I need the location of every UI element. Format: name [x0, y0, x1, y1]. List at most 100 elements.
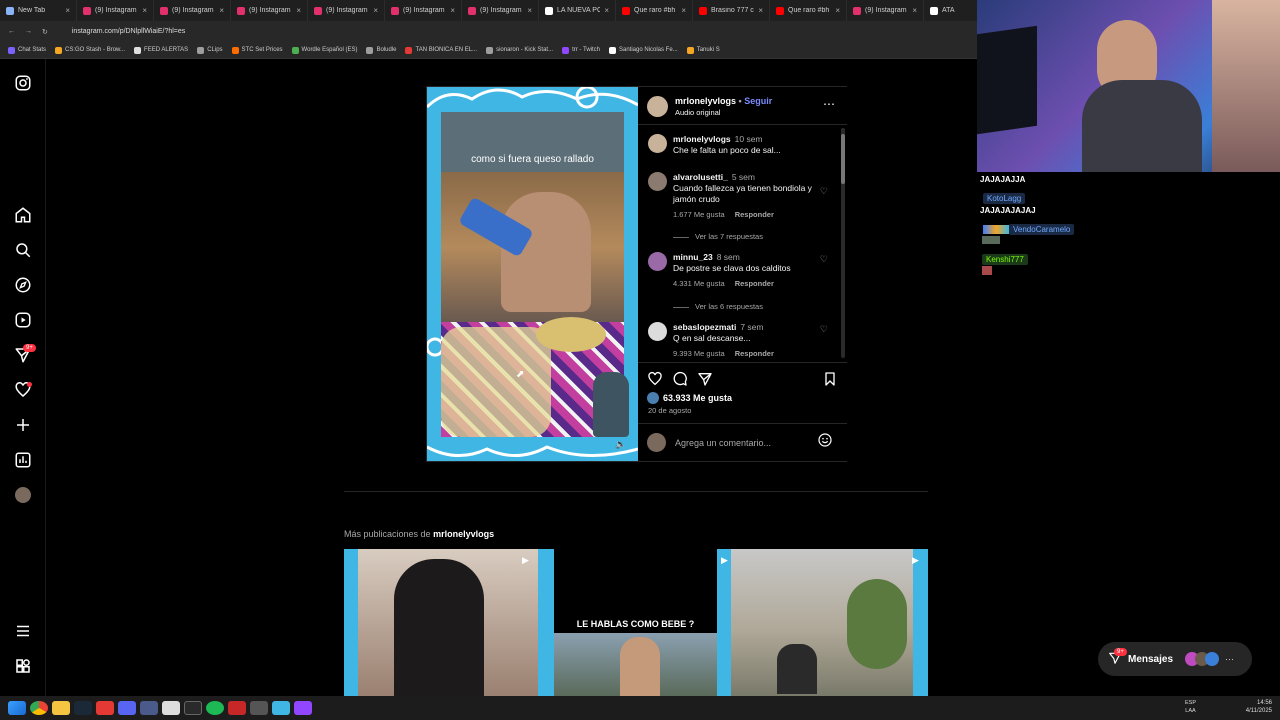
app-icon[interactable]	[228, 701, 246, 715]
back-icon[interactable]: ←	[8, 28, 15, 35]
close-tab-icon[interactable]: ×	[835, 6, 840, 15]
reload-icon[interactable]: ↻	[42, 28, 48, 36]
close-tab-icon[interactable]: ×	[296, 6, 301, 15]
bookmark-item[interactable]: TAN BIONICA EN EL...	[405, 46, 477, 54]
close-tab-icon[interactable]: ×	[604, 6, 609, 15]
close-tab-icon[interactable]: ×	[65, 6, 70, 15]
bookmark-item[interactable]: trr - Twitch	[562, 46, 600, 54]
browser-tab[interactable]: (9) Instagram ×	[462, 0, 539, 21]
create-plus-icon[interactable]	[14, 416, 32, 434]
bookmark-item[interactable]: STC Set Prices	[231, 46, 283, 54]
search-icon[interactable]	[14, 241, 32, 259]
share-icon[interactable]	[697, 371, 713, 392]
view-replies-button[interactable]: Ver las 6 respuestas	[673, 302, 763, 311]
comment-username[interactable]: minnu_23	[673, 252, 713, 262]
more-options-icon[interactable]: ⋯	[823, 97, 836, 111]
browser-tab[interactable]: Que raro #bh ×	[616, 0, 693, 21]
app-icon[interactable]	[250, 701, 268, 715]
more-posts-author[interactable]: mrlonelyvlogs	[433, 529, 494, 539]
close-tab-icon[interactable]: ×	[527, 6, 532, 15]
browser-tab[interactable]: Brasino 777 c ×	[693, 0, 770, 21]
reply-button[interactable]: Responder	[735, 210, 774, 219]
like-heart-icon[interactable]	[647, 371, 663, 392]
comment-username[interactable]: alvarolusetti_	[673, 172, 728, 182]
commenter-avatar[interactable]	[648, 252, 667, 271]
dashboard-icon[interactable]	[14, 451, 32, 469]
explore-icon[interactable]	[14, 276, 32, 294]
chat-username[interactable]: Kenshi777	[982, 254, 1028, 265]
commenter-avatar[interactable]	[648, 172, 667, 191]
also-from-meta-icon[interactable]	[14, 657, 32, 675]
more-post-thumbnail[interactable]: ▶ ▶	[717, 549, 928, 696]
home-icon[interactable]	[14, 206, 32, 224]
save-bookmark-icon[interactable]	[822, 371, 838, 392]
likes-count[interactable]: 63.933 Me gusta	[663, 393, 732, 403]
menu-icon[interactable]	[14, 622, 32, 640]
bookmark-item[interactable]: CLips	[197, 46, 223, 54]
app-icon[interactable]	[162, 701, 180, 715]
reply-button[interactable]: Responder	[735, 349, 774, 358]
more-post-thumbnail[interactable]: LE HABLAS COMO BEBE ?	[554, 549, 717, 696]
view-replies-button[interactable]: Ver las 7 respuestas	[673, 232, 763, 241]
close-tab-icon[interactable]: ×	[450, 6, 455, 15]
comment-likes[interactable]: 4.331 Me gusta	[673, 279, 725, 288]
bookmark-item[interactable]: Chat Stats	[8, 46, 46, 54]
audio-label[interactable]: Audio original	[675, 108, 720, 117]
chat-username[interactable]: VendoCaramelo	[1009, 224, 1075, 235]
comment-likes[interactable]: 1.677 Me gusta	[673, 210, 725, 219]
reels-icon[interactable]	[14, 311, 32, 329]
app-icon[interactable]	[294, 701, 312, 715]
comment-username[interactable]: sebaslopezmati	[673, 322, 736, 332]
emoji-icon[interactable]	[817, 432, 833, 453]
close-tab-icon[interactable]: ×	[219, 6, 224, 15]
instagram-logo-icon[interactable]	[14, 74, 32, 92]
browser-tab[interactable]: New Tab ×	[0, 0, 77, 21]
follow-button[interactable]: Seguir	[744, 96, 772, 106]
reply-button[interactable]: Responder	[735, 279, 774, 288]
post-date[interactable]: 20 de agosto	[648, 406, 691, 415]
comment-like-heart-icon[interactable]: ♡	[820, 324, 828, 335]
bookmark-item[interactable]: Santiago Nicolas Fe...	[608, 46, 678, 54]
close-tab-icon[interactable]: ×	[142, 6, 147, 15]
browser-tab[interactable]: ATA×	[924, 0, 977, 21]
browser-tab[interactable]: LA NUEVA PC ×	[539, 0, 616, 21]
browser-tab[interactable]: (9) Instagram ×	[154, 0, 231, 21]
commenter-avatar[interactable]	[648, 322, 667, 341]
app-icon[interactable]	[272, 701, 290, 715]
forward-icon[interactable]: →	[25, 28, 32, 35]
close-tab-icon[interactable]: ×	[912, 6, 917, 15]
mute-icon[interactable]: 🔈	[615, 439, 626, 450]
windows-start-icon[interactable]	[8, 701, 26, 715]
comment-bubble-icon[interactable]	[672, 371, 688, 392]
profile-avatar[interactable]	[14, 486, 32, 504]
chat-username[interactable]: KotoLagg	[983, 193, 1026, 204]
chrome-icon[interactable]	[30, 701, 48, 715]
system-clock[interactable]: 14:56 4/11/2025	[1246, 699, 1272, 715]
bookmark-item[interactable]: sionaron - Kick Stat...	[486, 46, 553, 54]
bookmark-item[interactable]: FEED ALERTAS	[134, 46, 188, 54]
browser-tab[interactable]: (9) Instagram ×	[231, 0, 308, 21]
browser-tab[interactable]: (9) Instagram ×	[385, 0, 462, 21]
comment-input[interactable]: Agrega un comentario...	[675, 438, 771, 448]
browser-tab[interactable]: (9) Instagram ×	[77, 0, 154, 21]
steam-icon[interactable]	[74, 701, 92, 715]
author-avatar[interactable]	[647, 96, 668, 117]
close-tab-icon[interactable]: ×	[373, 6, 378, 15]
comment-like-heart-icon[interactable]: ♡	[820, 186, 828, 197]
browser-tab[interactable]: Que raro #bh ×	[770, 0, 847, 21]
address-bar[interactable]: instagram.com/p/DNlpllWiaiE/?hl=es	[72, 28, 185, 35]
author-username[interactable]: mrlonelyvlogs	[675, 96, 736, 106]
messages-pill[interactable]: 9+ Mensajes ⋯	[1098, 642, 1252, 676]
comment-likes[interactable]: 9.393 Me gusta	[673, 349, 725, 358]
bookmark-item[interactable]: CS:GO Stash - Brow...	[55, 46, 125, 54]
commenter-avatar[interactable]	[648, 134, 667, 153]
bookmark-item[interactable]: Boludle	[366, 46, 396, 54]
app-icon[interactable]	[140, 701, 158, 715]
bookmark-item[interactable]: Wordle Español (ES)	[291, 46, 357, 54]
post-video[interactable]: como si fuera queso rallado 🔈	[427, 87, 638, 461]
comments-scrollbar[interactable]	[841, 128, 845, 358]
browser-tab[interactable]: (9) Instagram ×	[308, 0, 385, 21]
close-tab-icon[interactable]: ×	[681, 6, 686, 15]
language-indicator[interactable]: ESP LAA	[1185, 699, 1196, 715]
bookmark-item[interactable]: Tanuki S	[686, 46, 720, 54]
